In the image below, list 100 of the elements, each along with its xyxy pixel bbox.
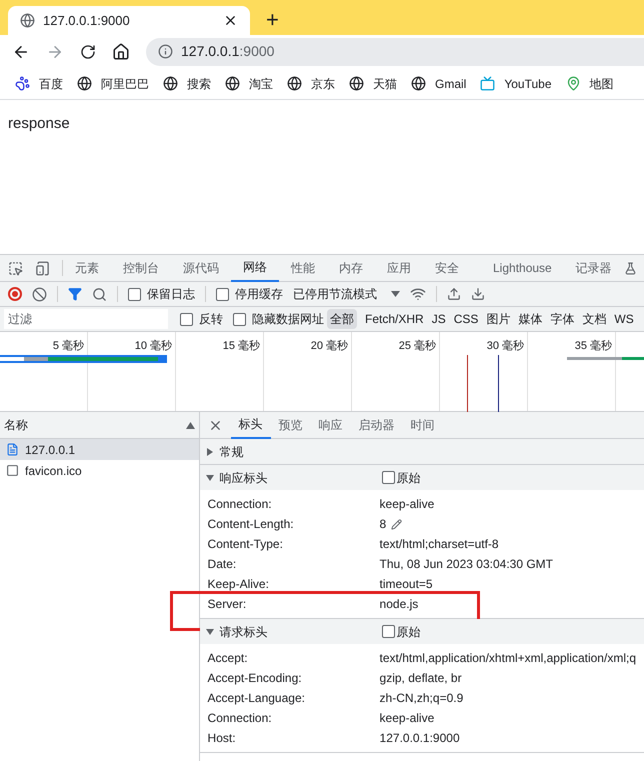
expanded-triangle-icon[interactable] <box>206 628 214 636</box>
globe-icon <box>77 76 92 91</box>
checkbox-label: 原始 <box>396 470 421 486</box>
detail-tab[interactable]: 启动器 <box>350 412 403 438</box>
upload-icon[interactable] <box>447 287 461 301</box>
document-icon <box>6 443 19 456</box>
header-name: Host: <box>208 730 237 747</box>
dropdown-triangle-icon[interactable] <box>391 291 400 297</box>
checkbox[interactable] <box>233 312 246 326</box>
time-tick: 5 毫秒 <box>52 338 84 354</box>
section-header[interactable]: 响应标头 原始 <box>200 465 644 490</box>
section-header[interactable]: 常规 <box>200 439 644 464</box>
panel-tab[interactable]: 安全 <box>423 254 471 282</box>
globe-icon <box>411 76 426 91</box>
reload-icon[interactable] <box>80 44 96 60</box>
panel-tab[interactable]: 控制台 <box>111 254 171 282</box>
tab-title: 127.0.0.1:9000 <box>43 12 131 30</box>
panel-tab[interactable]: 记录器 <box>564 254 624 282</box>
panel-tab[interactable]: Lighthouse <box>481 254 564 282</box>
bookmark[interactable]: YouTube <box>480 74 552 92</box>
sort-triangle-icon[interactable] <box>186 422 195 428</box>
checkbox[interactable] <box>382 625 395 638</box>
type-filter[interactable]: 文档 <box>579 309 610 329</box>
type-filter[interactable]: CSS <box>450 309 482 329</box>
type-filter[interactable]: 媒体 <box>515 309 546 329</box>
panel-tab[interactable]: 源代码 <box>171 254 231 282</box>
globe-icon <box>349 76 364 91</box>
section-header[interactable]: 请求标头 原始 <box>200 619 644 644</box>
page-text: response <box>8 115 70 132</box>
filter-field[interactable]: 过滤 <box>4 309 168 329</box>
checkbox[interactable] <box>382 471 395 484</box>
clear-icon[interactable] <box>32 286 47 302</box>
header-value: keep-alive <box>380 496 434 513</box>
header-value: text/html;charset=utf-8 <box>380 536 499 553</box>
header-name: Keep-Alive: <box>208 576 270 593</box>
header-value: gzip, deflate, br <box>380 670 462 687</box>
network-settings-icon[interactable] <box>410 286 426 302</box>
header-value: node.js <box>380 596 418 613</box>
header-value: keep-alive <box>380 710 434 727</box>
checkbox-label: 保留日志 <box>147 286 195 303</box>
detail-tab[interactable]: 响应 <box>310 412 351 438</box>
expanded-triangle-icon[interactable] <box>206 474 214 482</box>
flask-icon[interactable] <box>624 262 637 274</box>
address-bar[interactable]: 127.0.0.1:9000 <box>146 38 644 66</box>
download-icon[interactable] <box>471 287 485 301</box>
checkbox[interactable] <box>180 312 193 326</box>
header-value: timeout=5 <box>380 576 433 593</box>
info-icon <box>158 44 173 59</box>
type-filter[interactable]: WS <box>611 309 637 329</box>
bookmark[interactable]: 阿里巴巴 <box>77 74 149 92</box>
address-text: 127.0.0.1:9000 <box>181 42 274 61</box>
globe-icon <box>163 76 178 91</box>
bookmark[interactable]: Gmail <box>411 74 466 92</box>
collapsed-triangle-icon[interactable] <box>206 448 214 456</box>
checkbox-label: 原始 <box>396 624 421 640</box>
new-tab-button[interactable]: + <box>266 9 279 31</box>
bookmark[interactable]: 京东 <box>287 74 335 92</box>
bookmark[interactable]: 地图 <box>566 74 614 92</box>
inspect-icon[interactable] <box>8 260 23 276</box>
column-header[interactable]: 名称 <box>0 412 199 439</box>
header-value: text/html,application/xhtml+xml,application/xml;q <box>380 650 636 667</box>
type-filter[interactable]: JS <box>428 309 449 329</box>
device-icon[interactable] <box>35 260 50 276</box>
panel-tab[interactable]: 内存 <box>327 254 375 282</box>
paw-icon <box>15 76 30 91</box>
header-name: Connection: <box>208 710 273 727</box>
detail-tab[interactable]: 时间 <box>402 412 443 438</box>
time-tick: 25 毫秒 <box>398 338 436 354</box>
header-value: zh-CN,zh;q=0.9 <box>380 690 464 707</box>
filter-icon[interactable] <box>68 287 82 301</box>
time-tick: 35 毫秒 <box>574 338 612 354</box>
panel-tab[interactable]: 元素 <box>63 254 111 282</box>
header-name: Accept-Language: <box>208 690 306 707</box>
panel-tab[interactable]: 应用 <box>375 254 423 282</box>
request-row[interactable]: favicon.ico <box>0 460 199 481</box>
checkbox[interactable] <box>216 288 229 300</box>
search-icon[interactable] <box>92 286 107 302</box>
request-row[interactable]: 127.0.0.1 <box>0 439 199 460</box>
type-filter[interactable]: 字体 <box>547 309 578 329</box>
record-button[interactable] <box>8 287 22 301</box>
header-name: Server: <box>208 596 248 613</box>
bookmark[interactable]: 淘宝 <box>225 74 273 92</box>
header-name: Accept: <box>208 650 249 667</box>
checkbox[interactable] <box>128 288 141 300</box>
type-filter[interactable]: 图片 <box>483 309 514 329</box>
file-icon <box>6 464 19 477</box>
throttling-dropdown[interactable]: 已停用节流模式 <box>293 285 400 303</box>
close-icon[interactable] <box>223 13 238 28</box>
bookmark[interactable]: 天猫 <box>349 74 397 92</box>
header-name: Content-Length: <box>208 516 295 533</box>
bookmark[interactable]: 百度 <box>15 74 63 92</box>
type-filter[interactable]: Fetch/XHR <box>362 309 427 329</box>
bookmark[interactable]: 搜索 <box>163 74 211 92</box>
detail-tab[interactable]: 预览 <box>270 412 311 438</box>
type-filter[interactable]: 全部 <box>327 309 357 329</box>
panel-tab[interactable]: 性能 <box>279 254 327 282</box>
home-icon[interactable] <box>112 42 130 60</box>
browser-tab[interactable]: 127.0.0.1:9000 <box>8 6 250 35</box>
pencil-icon[interactable] <box>391 518 402 530</box>
checkbox-label: 隐藏数据网址 <box>252 311 324 328</box>
